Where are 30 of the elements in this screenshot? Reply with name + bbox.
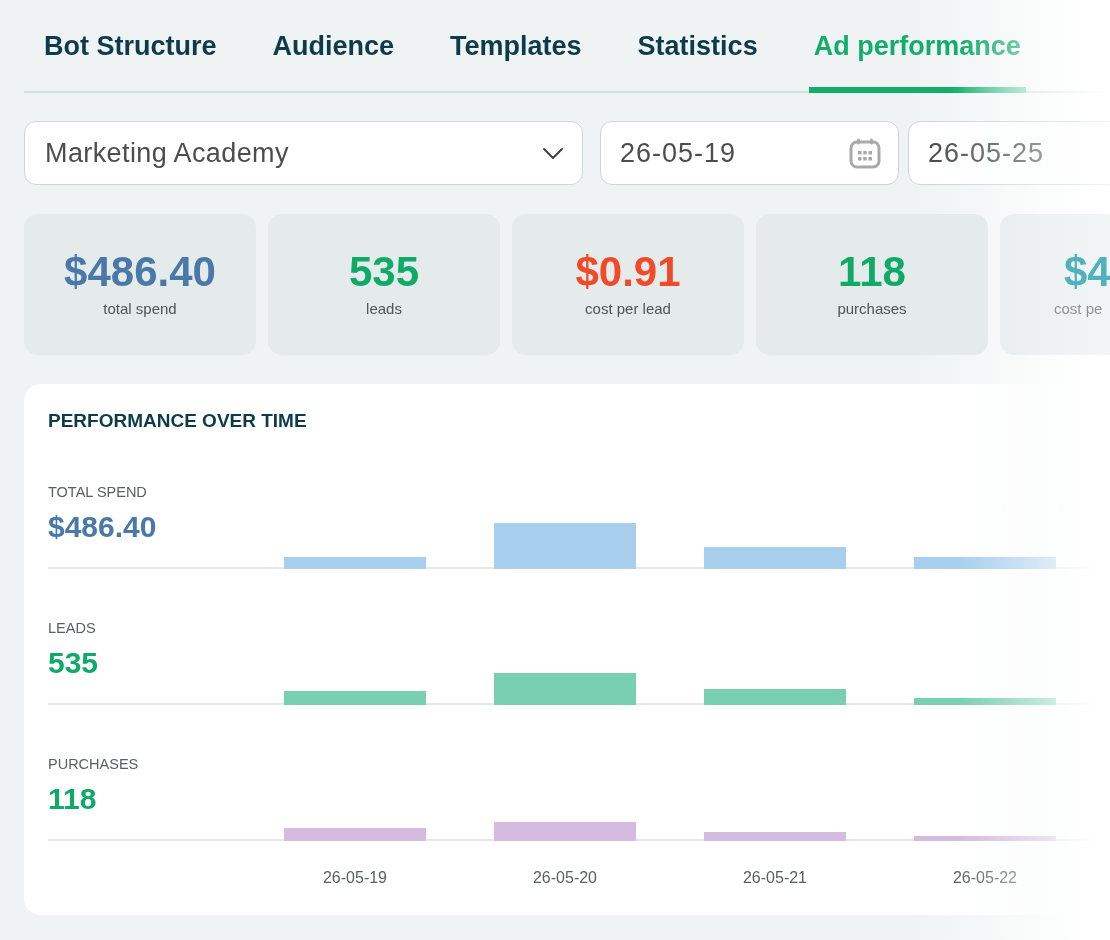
metric-total: 535: [48, 645, 99, 680]
date-field[interactable]: 26-05-19: [600, 121, 899, 185]
campaign-dropdown[interactable]: Marketing Academy: [24, 121, 583, 185]
chart-title: PERFORMANCE OVER TIME: [48, 409, 307, 433]
stat-label: purchases: [837, 299, 907, 319]
metric-label: LEADS: [48, 619, 96, 637]
stat-value: $4: [1064, 248, 1110, 296]
stat-label: cost per lead: [585, 299, 671, 319]
metric-label: TOTAL SPEND: [48, 483, 147, 501]
date-label: 26-05-21: [741, 868, 808, 888]
tab[interactable]: Audience: [267, 0, 400, 93]
stat-value: 535: [348, 248, 420, 296]
date-label: 26-05-19: [321, 868, 388, 888]
tab[interactable]: Statistics: [632, 0, 763, 93]
stat-label: total spend: [103, 299, 177, 319]
calendar-icon: [849, 137, 881, 169]
stat-value: $0.91: [575, 248, 681, 296]
metric-label: PURCHASES: [48, 755, 139, 773]
stat-value: 118: [838, 248, 906, 296]
stat-value: $486.40: [64, 248, 216, 296]
chevron-down-icon: [543, 147, 563, 159]
stat-label: leads: [366, 299, 402, 319]
tab[interactable]: Templates: [445, 0, 587, 93]
stat-label: cost pe: [1054, 299, 1103, 319]
metric-total: $486.40: [48, 509, 157, 544]
date-label: 26-05-22: [951, 868, 1018, 888]
tab[interactable]: Bot Structure: [39, 0, 222, 93]
metric-total: 118: [48, 781, 97, 816]
date-label: 26-05-20: [531, 868, 598, 888]
date-field[interactable]: 26-05-25: [908, 121, 1110, 185]
